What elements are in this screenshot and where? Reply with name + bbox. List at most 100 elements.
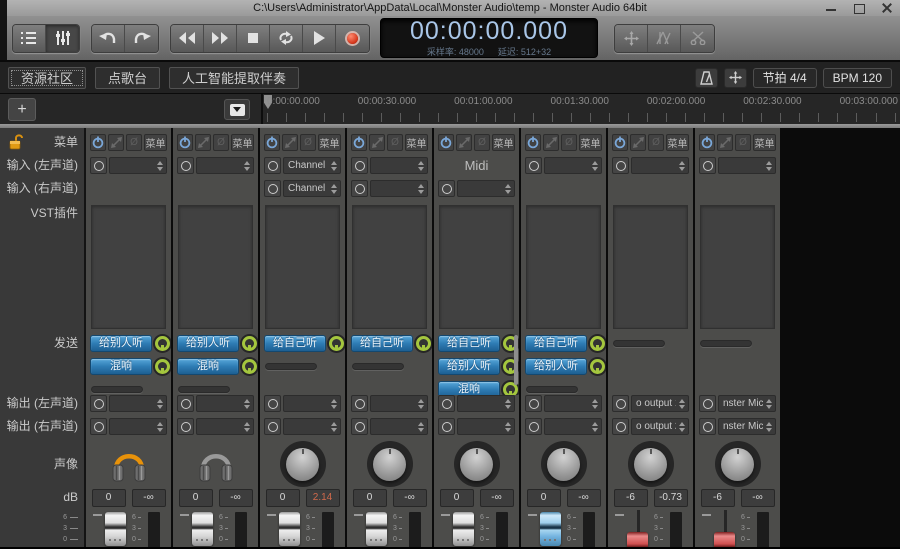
pan-knob[interactable] — [714, 441, 761, 487]
channel-expand-button[interactable] — [456, 134, 472, 151]
output-select[interactable] — [283, 395, 341, 412]
send-button[interactable]: 混响 — [438, 381, 500, 395]
gain-value[interactable]: -6 — [700, 489, 735, 507]
send-knob[interactable] — [242, 359, 257, 374]
channel-power-button[interactable] — [177, 134, 193, 151]
channel-power-button[interactable] — [90, 134, 106, 151]
send-knob[interactable] — [590, 336, 605, 351]
input-select[interactable] — [544, 157, 602, 174]
metronome-button[interactable] — [694, 67, 718, 88]
channel-expand-button[interactable] — [282, 134, 298, 151]
time-ruler[interactable]: 0:00:00.000 00:00:30.000 00:01:00.000 00:01… — [263, 94, 900, 124]
send-knob[interactable] — [590, 359, 605, 374]
redo-button[interactable] — [125, 24, 158, 52]
bpm-button[interactable]: BPM 120 — [822, 67, 892, 88]
channel-expand-button[interactable] — [108, 134, 124, 151]
output-select[interactable] — [109, 395, 167, 412]
peak-value[interactable]: -∞ — [740, 489, 775, 507]
cut-tool-button[interactable] — [681, 24, 714, 52]
channel-power-button[interactable] — [438, 134, 454, 151]
close-button[interactable] — [880, 2, 894, 14]
vst-plugin-area[interactable] — [700, 205, 775, 329]
send-button[interactable]: 给自己听 — [351, 335, 413, 352]
pan-knob[interactable] — [279, 441, 326, 487]
send-knob[interactable] — [416, 336, 431, 351]
gain-value[interactable]: 0 — [526, 489, 561, 507]
volume-fader[interactable] — [714, 532, 735, 547]
output-monitor-toggle[interactable] — [438, 418, 455, 435]
output-monitor-toggle[interactable] — [351, 395, 368, 412]
volume-fader[interactable] — [192, 512, 213, 546]
snap-move-button[interactable] — [723, 67, 747, 88]
undo-button[interactable] — [92, 24, 125, 52]
input-select[interactable] — [370, 180, 428, 197]
output-monitor-toggle[interactable] — [612, 418, 629, 435]
move-tool-button[interactable] — [615, 24, 648, 52]
channel-power-button[interactable] — [264, 134, 280, 151]
input-select[interactable] — [457, 180, 515, 197]
add-track-button[interactable]: + — [8, 98, 36, 121]
output-select[interactable]: nster Mic L — [718, 395, 776, 412]
output-select[interactable] — [544, 418, 602, 435]
output-monitor-toggle[interactable] — [177, 395, 194, 412]
vst-plugin-area[interactable] — [178, 205, 253, 329]
fade-tool-button[interactable] — [648, 24, 681, 52]
send-scrollbar[interactable] — [514, 335, 518, 385]
volume-fader[interactable] — [540, 512, 561, 546]
loop-button[interactable] — [270, 24, 303, 52]
input-select[interactable] — [718, 157, 776, 174]
send-button[interactable]: 给自己听 — [264, 335, 326, 352]
volume-fader[interactable] — [627, 532, 648, 547]
send-knob[interactable] — [329, 336, 344, 351]
send-button[interactable]: 混响 — [177, 358, 239, 375]
output-select[interactable] — [370, 395, 428, 412]
input-select[interactable] — [370, 157, 428, 174]
rewind-button[interactable] — [171, 24, 204, 52]
output-select[interactable] — [370, 418, 428, 435]
output-select[interactable] — [457, 418, 515, 435]
channel-bypass-button[interactable]: Ø — [735, 134, 751, 151]
tab-resource-community[interactable]: 资源社区 — [8, 66, 87, 89]
tab-ai-extract-accompaniment[interactable]: 人工智能提取伴奏 — [169, 66, 300, 89]
channel-power-button[interactable] — [699, 134, 715, 151]
channel-bypass-button[interactable]: Ø — [300, 134, 316, 151]
send-button[interactable]: 给别人听 — [177, 335, 239, 352]
channel-expand-button[interactable] — [543, 134, 559, 151]
channel-bypass-button[interactable]: Ø — [213, 134, 229, 151]
pan-knob[interactable] — [453, 441, 500, 487]
peak-value[interactable]: -0.73 — [653, 489, 688, 507]
gain-value[interactable]: 0 — [265, 489, 300, 507]
channel-power-button[interactable] — [525, 134, 541, 151]
channel-menu-button[interactable]: 菜单 — [666, 134, 689, 151]
maximize-button[interactable] — [852, 2, 866, 14]
send-level-slider[interactable] — [700, 340, 752, 347]
channel-bypass-button[interactable]: Ø — [126, 134, 142, 151]
input-select[interactable]: Channel R — [283, 180, 341, 197]
output-select[interactable] — [457, 395, 515, 412]
output-select[interactable] — [544, 395, 602, 412]
minimize-button[interactable] — [824, 2, 838, 14]
vst-plugin-area[interactable] — [265, 205, 340, 329]
output-select[interactable] — [196, 418, 254, 435]
gain-value[interactable]: 0 — [91, 489, 126, 507]
send-button[interactable]: 给自己听 — [438, 335, 500, 352]
pan-knob[interactable] — [366, 441, 413, 487]
send-level-slider[interactable] — [352, 363, 404, 370]
track-list-view-button[interactable] — [13, 24, 46, 52]
fast-forward-button[interactable] — [204, 24, 237, 52]
channel-power-button[interactable] — [351, 134, 367, 151]
send-level-slider[interactable] — [178, 386, 230, 393]
stop-button[interactable] — [237, 24, 270, 52]
output-monitor-toggle[interactable] — [699, 418, 716, 435]
output-select[interactable]: o output 1 — [631, 395, 689, 412]
send-knob[interactable] — [155, 359, 170, 374]
volume-fader[interactable] — [105, 512, 126, 546]
peak-value[interactable]: -∞ — [479, 489, 514, 507]
vst-plugin-area[interactable] — [91, 205, 166, 329]
channel-bypass-button[interactable]: Ø — [387, 134, 403, 151]
output-monitor-toggle[interactable] — [351, 418, 368, 435]
input-monitor-toggle[interactable] — [177, 157, 194, 174]
input-monitor-toggle[interactable] — [699, 157, 716, 174]
peak-value[interactable]: 2.14 — [305, 489, 340, 507]
peak-value[interactable]: -∞ — [218, 489, 253, 507]
